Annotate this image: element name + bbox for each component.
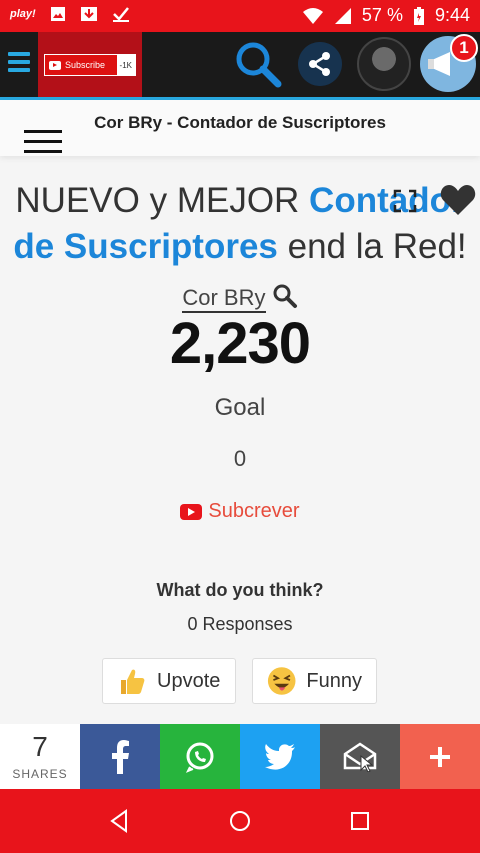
facebook-share-button[interactable] bbox=[80, 724, 160, 789]
share-bar: 7 SHARES bbox=[0, 724, 480, 789]
heart-icon[interactable] bbox=[440, 184, 476, 216]
notifications-button[interactable]: 1 bbox=[420, 34, 478, 92]
subscriber-count: 2,230 bbox=[169, 311, 311, 376]
download-icon bbox=[80, 7, 97, 21]
channel-name: Cor BRy bbox=[182, 285, 266, 313]
email-icon bbox=[343, 741, 377, 772]
funny-button[interactable]: Funny bbox=[252, 658, 377, 704]
battery-icon bbox=[413, 6, 424, 25]
notification-badge: 1 bbox=[450, 34, 478, 62]
battery-percent: 57 % bbox=[361, 5, 403, 25]
goal-value: 0 bbox=[233, 446, 247, 471]
plus-icon bbox=[430, 746, 450, 767]
play-store-label: play! bbox=[10, 8, 36, 20]
shares-counter: 7 SHARES bbox=[0, 724, 80, 789]
twitter-icon bbox=[265, 743, 295, 770]
subscribe-link-label: Subcrever bbox=[208, 500, 300, 522]
channel-avatar[interactable] bbox=[357, 37, 411, 91]
upvote-label: Upvote bbox=[157, 669, 221, 692]
home-icon[interactable] bbox=[227, 808, 253, 834]
fullscreen-icon[interactable] bbox=[393, 189, 417, 213]
shares-number: 7 bbox=[32, 730, 48, 762]
check-icon bbox=[112, 7, 129, 22]
search-icon[interactable] bbox=[232, 38, 284, 90]
headline-part1: NUEVO y MEJOR bbox=[15, 181, 310, 220]
signal-icon bbox=[334, 7, 351, 24]
whatsapp-share-button[interactable] bbox=[160, 724, 240, 789]
facebook-icon bbox=[112, 739, 129, 774]
app-bar: Subscribe -1K 1 bbox=[0, 32, 480, 98]
goal-label: Goal bbox=[214, 394, 266, 421]
more-share-button[interactable] bbox=[400, 724, 480, 789]
feedback-question: What do you think? bbox=[156, 580, 324, 600]
twitter-share-button[interactable] bbox=[240, 724, 320, 789]
subscribe-link[interactable]: Subcrever bbox=[0, 500, 480, 523]
clock: 9:44 bbox=[434, 5, 470, 25]
shares-label: SHARES bbox=[12, 766, 68, 781]
hamburger-menu-icon[interactable] bbox=[24, 130, 62, 154]
responses-count: 0 Responses bbox=[187, 614, 293, 634]
wifi-icon bbox=[302, 7, 323, 24]
side-menu-button[interactable] bbox=[8, 48, 30, 82]
system-nav-bar bbox=[0, 789, 480, 853]
back-icon[interactable] bbox=[106, 808, 132, 834]
site-header: Cor BRy - Contador de Suscriptores bbox=[0, 100, 480, 156]
status-bar: play! 57 % 9:44 bbox=[0, 0, 480, 32]
whatsapp-icon bbox=[185, 742, 214, 773]
headline-part2: end la Red! bbox=[277, 227, 467, 266]
email-share-button[interactable] bbox=[320, 724, 400, 789]
share-icon[interactable] bbox=[298, 42, 342, 86]
recents-icon[interactable] bbox=[347, 808, 373, 834]
funny-label: Funny bbox=[306, 669, 362, 692]
laughing-face-icon bbox=[267, 667, 296, 695]
subscribe-count: -1K bbox=[116, 55, 135, 75]
youtube-subscribe-button[interactable]: Subscribe -1K bbox=[44, 54, 136, 76]
youtube-icon bbox=[49, 60, 61, 70]
youtube-subscribe-banner[interactable]: Subscribe -1K bbox=[38, 32, 142, 98]
youtube-icon bbox=[180, 503, 203, 520]
page-title: Cor BRy - Contador de Suscriptores bbox=[94, 113, 386, 132]
subscribe-label: Subscribe bbox=[65, 60, 106, 70]
image-icon bbox=[50, 7, 65, 21]
channel-search-icon[interactable] bbox=[272, 283, 298, 309]
thumbs-up-icon bbox=[121, 669, 145, 694]
channel-row: Cor BRy bbox=[0, 283, 480, 313]
upvote-button[interactable]: Upvote bbox=[102, 658, 236, 704]
